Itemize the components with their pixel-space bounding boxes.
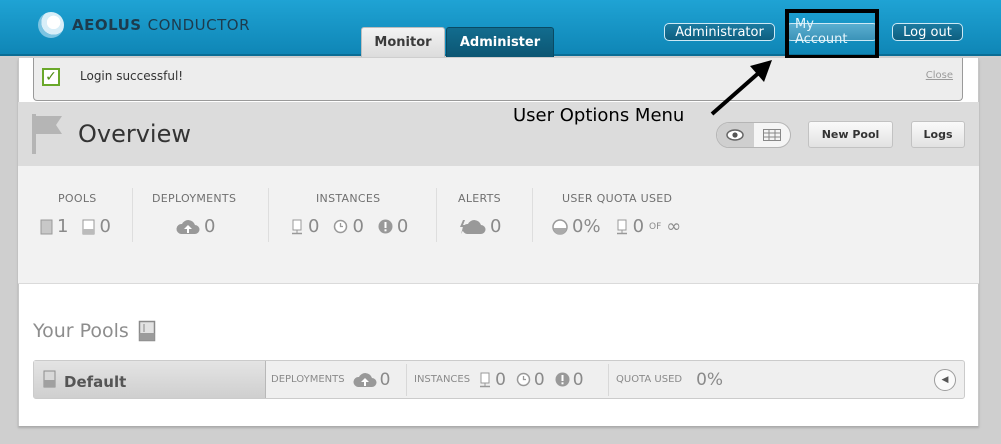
stat-value: 0 bbox=[176, 216, 215, 237]
stat-value: 0% bbox=[552, 216, 601, 237]
pool-instances: INSTANCES 0 0 0 bbox=[414, 361, 594, 398]
pool-stat-label: INSTANCES bbox=[414, 374, 471, 385]
flash-close-link[interactable]: Close bbox=[926, 70, 953, 81]
pool-stat-value: 0% bbox=[696, 369, 724, 390]
server-icon bbox=[615, 219, 629, 235]
pool-row[interactable]: Default DEPLOYMENTS 0 INSTANCES 0 0 0 QU… bbox=[33, 360, 965, 399]
pool-icon bbox=[138, 320, 156, 342]
pool-stat-value: 0 bbox=[353, 370, 390, 390]
pool-stat-value: 0 bbox=[516, 370, 545, 390]
cloud-upload-icon bbox=[176, 219, 200, 235]
alert-circle-icon bbox=[378, 219, 393, 234]
stat-value: 0 bbox=[458, 216, 501, 237]
stat-pools: POOLS 1 0 bbox=[18, 166, 148, 246]
logout-button[interactable]: Log out bbox=[892, 23, 963, 41]
stat-instances: INSTANCES 0 0 0 bbox=[268, 166, 436, 246]
stat-alerts: ALERTS 0 bbox=[436, 166, 532, 246]
of-label: OF bbox=[649, 221, 662, 232]
checkbox-check-icon: ✓ bbox=[42, 68, 60, 86]
pool-stat-label: DEPLOYMENTS bbox=[271, 374, 345, 385]
clock-icon bbox=[333, 219, 348, 234]
logo-text-bold: AEOLUS bbox=[72, 16, 142, 34]
server-icon bbox=[480, 372, 491, 387]
stat-deployments: DEPLOYMENTS 0 bbox=[132, 166, 268, 246]
pool-stat-label: QUOTA USED bbox=[616, 374, 683, 385]
flash-text: Login successful! bbox=[80, 69, 184, 83]
quota-gauge-icon bbox=[552, 218, 568, 235]
stat-value: 0 bbox=[82, 216, 111, 237]
quota-limit: ∞ bbox=[666, 216, 682, 237]
stat-label: POOLS bbox=[58, 192, 97, 205]
divider bbox=[406, 364, 407, 396]
stat-label: ALERTS bbox=[458, 192, 501, 205]
eye-view-icon[interactable] bbox=[717, 123, 754, 147]
page-title: Overview bbox=[78, 120, 191, 148]
overview-stats: POOLS 1 0 DEPLOYMENTS 0 INSTANCES 0 0 0 … bbox=[18, 166, 979, 284]
stat-value: 0 OF ∞ bbox=[615, 216, 682, 237]
tab-administer[interactable]: Administer bbox=[446, 27, 554, 57]
stat-value: 0 bbox=[290, 216, 319, 237]
annotation-arrow bbox=[710, 60, 772, 116]
expand-toggle-icon[interactable]: ◀ bbox=[934, 369, 956, 391]
pool-icon bbox=[40, 219, 53, 235]
stat-label: INSTANCES bbox=[316, 192, 381, 205]
logo-text-light: CONDUCTOR bbox=[147, 16, 251, 34]
table-view-icon[interactable] bbox=[754, 123, 790, 147]
storm-cloud-icon bbox=[458, 218, 486, 236]
alert-circle-icon bbox=[555, 372, 570, 387]
view-toggle bbox=[716, 122, 791, 148]
logo-icon bbox=[38, 12, 64, 38]
stat-label: DEPLOYMENTS bbox=[152, 192, 237, 205]
pool-deployments: DEPLOYMENTS 0 bbox=[271, 361, 400, 398]
new-pool-button[interactable]: New Pool bbox=[808, 121, 893, 148]
stat-value: 0 bbox=[378, 216, 408, 237]
clock-icon bbox=[516, 372, 531, 387]
annotation-highlight-box bbox=[785, 9, 879, 59]
app-logo[interactable]: AEOLUS CONDUCTOR bbox=[38, 11, 250, 39]
stat-quota: USER QUOTA USED 0% 0 OF ∞ bbox=[532, 166, 732, 246]
divider bbox=[608, 364, 609, 396]
empty-pool-icon bbox=[82, 219, 95, 235]
administrator-button[interactable]: Administrator bbox=[664, 23, 775, 41]
pool-name-link[interactable]: Default bbox=[64, 373, 126, 391]
stat-label: USER QUOTA USED bbox=[562, 192, 673, 205]
logs-button[interactable]: Logs bbox=[911, 121, 965, 148]
section-title: Your Pools bbox=[33, 320, 129, 342]
server-icon bbox=[290, 219, 304, 235]
stat-value: 1 bbox=[40, 216, 68, 237]
annotation-label: User Options Menu bbox=[513, 105, 685, 126]
pool-quota: QUOTA USED 0% bbox=[616, 361, 733, 398]
pool-stat-value: 0 bbox=[555, 370, 584, 390]
pool-icon bbox=[43, 370, 56, 388]
flash-message: ✓ Login successful! Close bbox=[33, 58, 963, 101]
pool-stat-value: 0 bbox=[478, 370, 506, 390]
cloud-upload-icon bbox=[353, 372, 377, 387]
pool-name-cell: Default bbox=[34, 361, 266, 398]
flag-icon bbox=[32, 114, 62, 154]
tab-monitor[interactable]: Monitor bbox=[361, 27, 445, 57]
stat-value: 0 bbox=[333, 216, 364, 237]
